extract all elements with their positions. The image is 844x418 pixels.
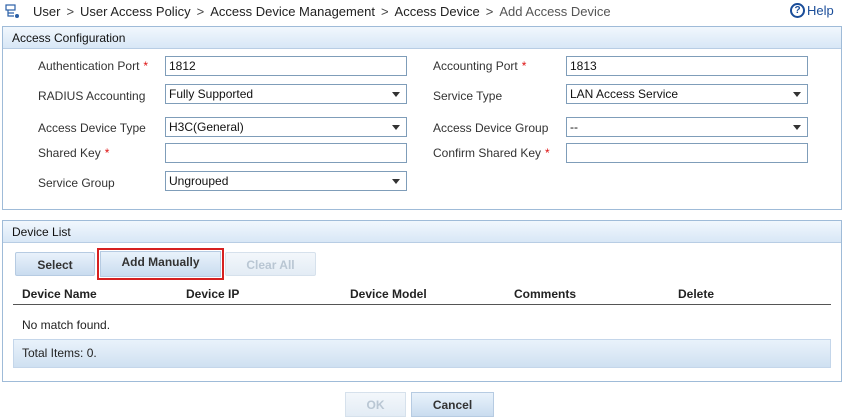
authentication-port-label: Authentication Port * — [38, 59, 149, 73]
clear-all-button[interactable]: Clear All — [225, 252, 316, 276]
breadcrumb-separator: > — [66, 4, 75, 19]
access-device-type-select[interactable]: H3C(General) — [165, 117, 407, 137]
breadcrumb-separator: > — [196, 4, 205, 19]
authentication-port-input[interactable]: 1812 — [165, 56, 407, 76]
breadcrumb-user[interactable]: User — [33, 4, 60, 19]
breadcrumb-current: Add Access Device — [499, 4, 611, 19]
help-link[interactable]: ? Help — [790, 3, 834, 18]
ok-button[interactable]: OK — [345, 392, 406, 417]
panel-title: Access Configuration — [3, 27, 841, 49]
table-header-divider — [13, 304, 831, 305]
accounting-port-label: Accounting Port * — [433, 59, 527, 73]
radius-accounting-select[interactable]: Fully Supported — [165, 84, 407, 104]
total-items-count: Total Items: 0. — [22, 346, 97, 360]
table-footer: Total Items: 0. — [13, 339, 831, 368]
access-device-group-label: Access Device Group — [433, 121, 549, 135]
breadcrumb-separator: > — [380, 4, 389, 19]
radius-accounting-label: RADIUS Accounting — [38, 89, 146, 103]
service-group-select[interactable]: Ungrouped — [165, 171, 407, 191]
confirm-shared-key-label: Confirm Shared Key * — [433, 146, 550, 160]
column-header-delete: Delete — [678, 287, 715, 301]
access-device-group-select[interactable]: -- — [566, 117, 808, 137]
confirm-shared-key-input[interactable] — [566, 143, 808, 163]
navigation-tree-icon — [5, 4, 19, 18]
breadcrumb: User > User Access Policy > Access Device Ma… — [33, 4, 611, 19]
add-manually-label: Add Manually — [100, 251, 221, 277]
column-header-device-name[interactable]: Device Name — [22, 287, 97, 301]
accounting-port-input[interactable]: 1813 — [566, 56, 808, 76]
panel-title: Device List — [3, 221, 841, 243]
select-button[interactable]: Select — [15, 252, 95, 276]
service-group-label: Service Group — [38, 176, 115, 190]
device-list-panel: Device List Select Add Manually Clear Al… — [2, 220, 842, 382]
column-header-device-ip[interactable]: Device IP — [186, 287, 239, 301]
breadcrumb-separator: > — [485, 4, 494, 19]
shared-key-input[interactable] — [165, 143, 407, 163]
shared-key-label: Shared Key * — [38, 146, 110, 160]
access-configuration-panel: Access Configuration Authentication Port… — [2, 26, 842, 210]
service-type-select[interactable]: LAN Access Service — [566, 84, 808, 104]
breadcrumb-access-device-management[interactable]: Access Device Management — [210, 4, 375, 19]
empty-table-message: No match found. — [22, 318, 111, 332]
access-device-type-label: Access Device Type — [38, 121, 146, 135]
cancel-button[interactable]: Cancel — [411, 392, 494, 417]
column-header-device-model[interactable]: Device Model — [350, 287, 427, 301]
help-label: Help — [807, 3, 834, 18]
column-header-comments[interactable]: Comments — [514, 287, 576, 301]
add-manually-button[interactable]: Add Manually — [97, 248, 224, 280]
breadcrumb-bar: User > User Access Policy > Access Device Ma… — [0, 0, 844, 24]
breadcrumb-user-access-policy[interactable]: User Access Policy — [80, 4, 191, 19]
breadcrumb-access-device[interactable]: Access Device — [395, 4, 480, 19]
help-icon: ? — [790, 3, 805, 18]
service-type-label: Service Type — [433, 89, 503, 103]
